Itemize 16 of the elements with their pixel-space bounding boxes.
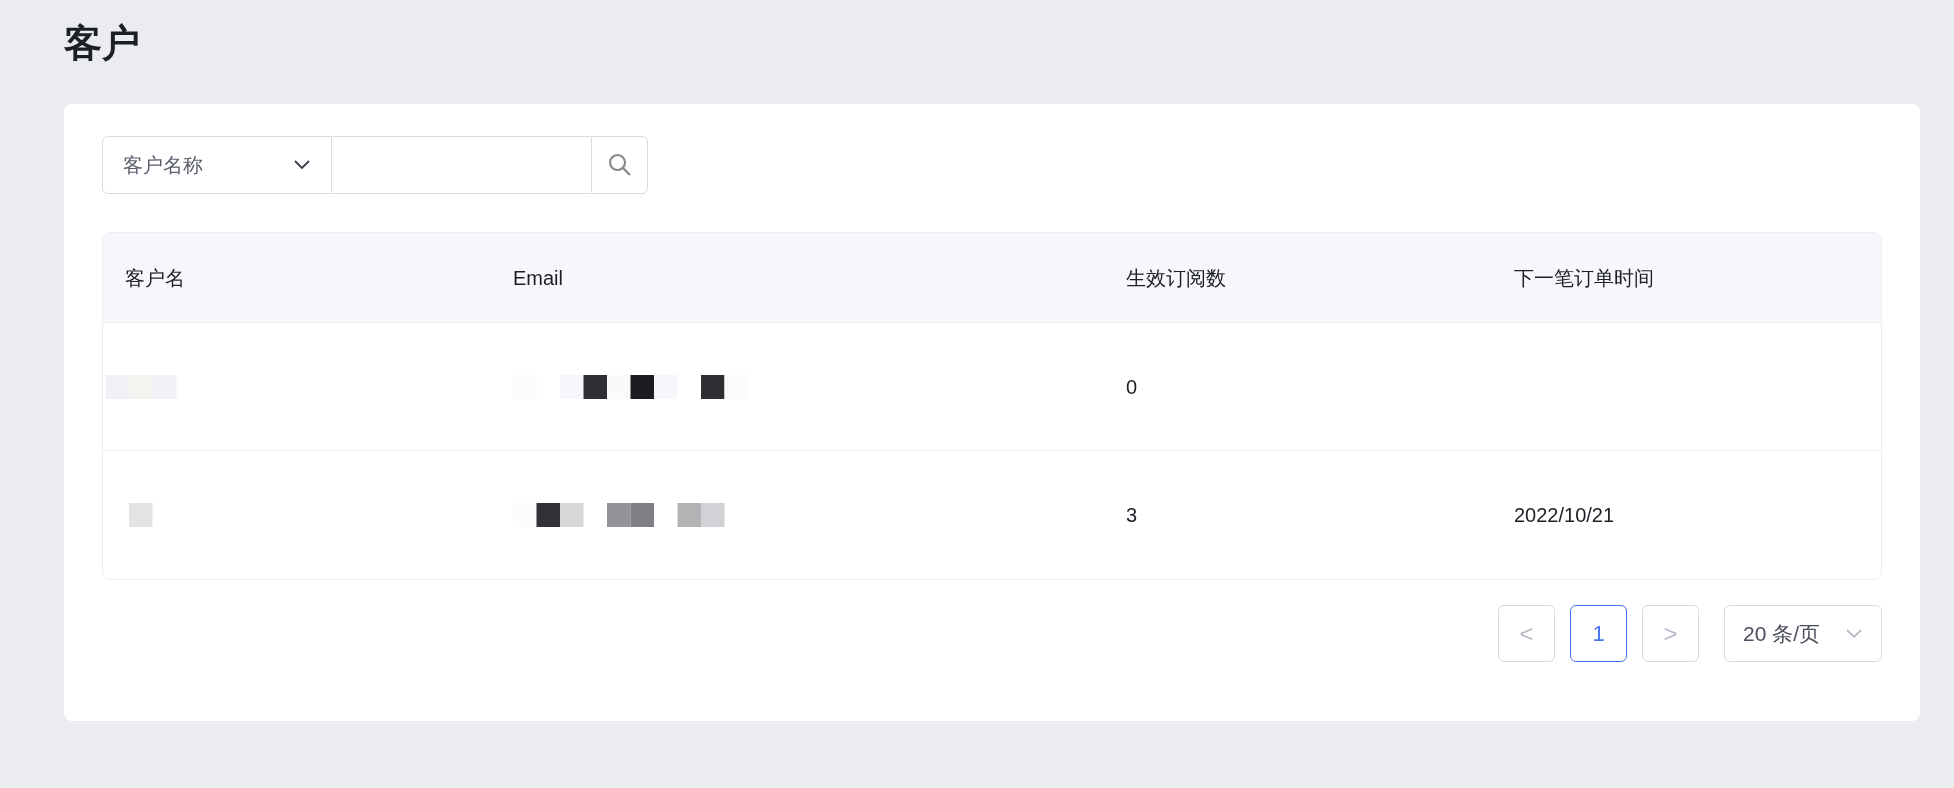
search-button[interactable]	[591, 136, 648, 194]
chevron-down-icon	[292, 159, 311, 171]
page-title: 客户	[64, 20, 141, 67]
search-icon	[606, 152, 633, 178]
search-field[interactable]	[331, 136, 592, 194]
column-header: 客户名	[125, 266, 185, 289]
chevron-down-icon	[1845, 627, 1863, 640]
table-cell: 3	[1126, 504, 1138, 526]
column-header: Email	[513, 266, 563, 289]
page-button[interactable]: 1	[1570, 605, 1627, 662]
column-header: 生效订阅数	[1126, 266, 1226, 289]
field-select[interactable]: 客户名称	[102, 136, 332, 194]
table-cell: 2022/10/21	[1514, 504, 1615, 526]
page-size-select[interactable]: 20 条/页	[1724, 605, 1882, 662]
column-header: 下一笔订单时间	[1514, 266, 1654, 289]
table-cell: 0	[1126, 375, 1138, 398]
